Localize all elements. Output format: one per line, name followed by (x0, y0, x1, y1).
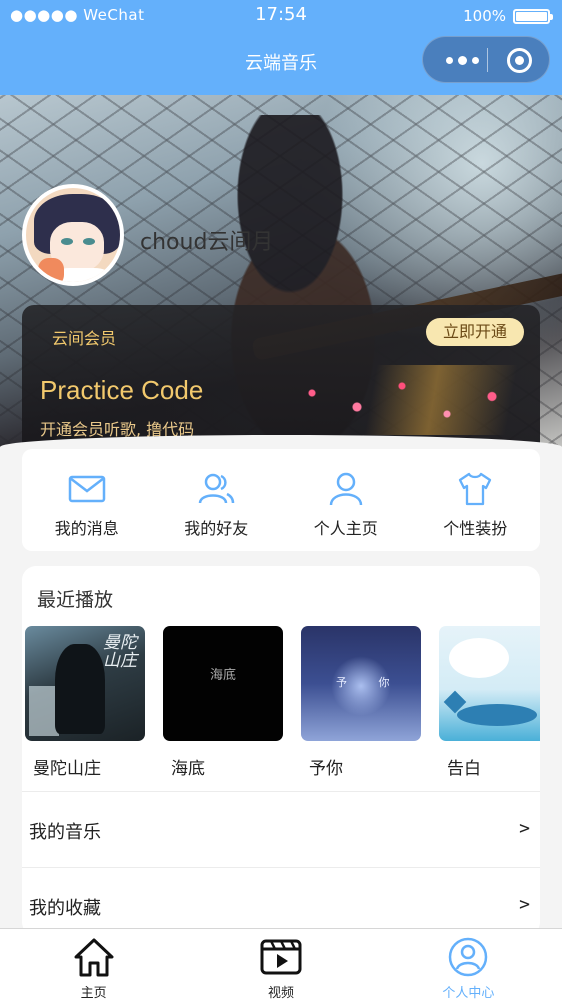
cover-text: 予 你 (336, 676, 404, 689)
quick-action-label: 我的好友 (184, 519, 249, 538)
user-center-icon (449, 937, 488, 977)
quick-action-dress-up[interactable]: 个性装扮 (411, 449, 541, 551)
menu-item-my-favorites[interactable]: 我的收藏 > (22, 867, 540, 936)
tab-label: 个人中心 (442, 986, 495, 999)
quick-action-messages[interactable]: 我的消息 (22, 449, 152, 551)
vip-title: Practice Code (40, 375, 204, 405)
song-name: 予你 (309, 759, 343, 779)
mini-program-capsule (422, 36, 550, 83)
recent-item[interactable]: 予 你 予你 (301, 626, 421, 786)
tab-label: 视频 (267, 986, 294, 999)
recent-plays-title: 最近播放 (37, 589, 114, 611)
vip-label: 云间会员 (52, 329, 117, 348)
quick-action-friends[interactable]: 我的好友 (152, 449, 282, 551)
menu-item-my-music[interactable]: 我的音乐 > (22, 791, 540, 867)
chevron-right-icon: > (519, 818, 530, 839)
tab-user-center[interactable]: 个人中心 (375, 929, 562, 999)
target-icon[interactable] (507, 48, 532, 73)
recent-item[interactable]: 告白 (439, 626, 540, 786)
tshirt-icon (459, 472, 492, 506)
tab-home[interactable]: 主页 (0, 929, 187, 999)
chevron-right-icon: > (519, 894, 530, 915)
recent-item[interactable]: 海底 海底 (163, 626, 283, 786)
top-bar: ●●●●● WeChat 17:54 100% 云端音乐 (0, 0, 562, 95)
quick-action-label: 个人主页 (313, 519, 378, 538)
avatar[interactable] (22, 184, 124, 286)
friends-icon (199, 473, 235, 504)
quick-action-label: 个性装扮 (443, 519, 508, 538)
video-icon (260, 939, 302, 975)
album-cover (439, 626, 540, 741)
menu-item-label: 我的收藏 (29, 898, 101, 919)
battery-icon (513, 9, 553, 24)
tab-video[interactable]: 视频 (187, 929, 374, 999)
recent-plays-card: 最近播放 曼陀山庄 曼陀山庄 海底 海底 予 你 予你 告白 我的音乐 > 我的… (22, 566, 540, 936)
album-cover: 曼陀山庄 (25, 626, 145, 741)
person-icon (329, 472, 362, 506)
home-icon (74, 938, 114, 977)
vip-card[interactable]: 云间会员 立即开通 Practice Code 开通会员听歌, 撸代码 (22, 305, 540, 450)
username: choud云间月 (140, 230, 274, 255)
bottom-tab-bar: 主页 视频 个人中心 (0, 928, 562, 999)
recent-item[interactable]: 曼陀山庄 曼陀山庄 (25, 626, 145, 786)
cover-text: 曼陀山庄 (103, 633, 137, 671)
song-name: 曼陀山庄 (33, 759, 101, 779)
vip-open-button[interactable]: 立即开通 (426, 318, 524, 346)
quick-action-homepage[interactable]: 个人主页 (281, 449, 411, 551)
quick-action-label: 我的消息 (54, 519, 119, 538)
more-dots-icon[interactable] (437, 47, 487, 73)
tab-label: 主页 (80, 986, 107, 999)
mail-icon (68, 475, 105, 503)
menu-item-label: 我的音乐 (29, 822, 101, 843)
album-cover: 海底 (163, 626, 283, 741)
battery-percent: 100% (463, 7, 506, 25)
song-name: 告白 (447, 759, 481, 779)
status-bar: ●●●●● WeChat 17:54 100% (0, 0, 562, 32)
capsule-divider (487, 48, 488, 72)
cover-text: 海底 (209, 668, 236, 683)
album-cover: 予 你 (301, 626, 421, 741)
recent-plays-list[interactable]: 曼陀山庄 曼陀山庄 海底 海底 予 你 予你 告白 (25, 626, 540, 786)
song-name: 海底 (171, 759, 205, 779)
quick-actions: 我的消息 我的好友 个人主页 个性装扮 (22, 449, 540, 551)
